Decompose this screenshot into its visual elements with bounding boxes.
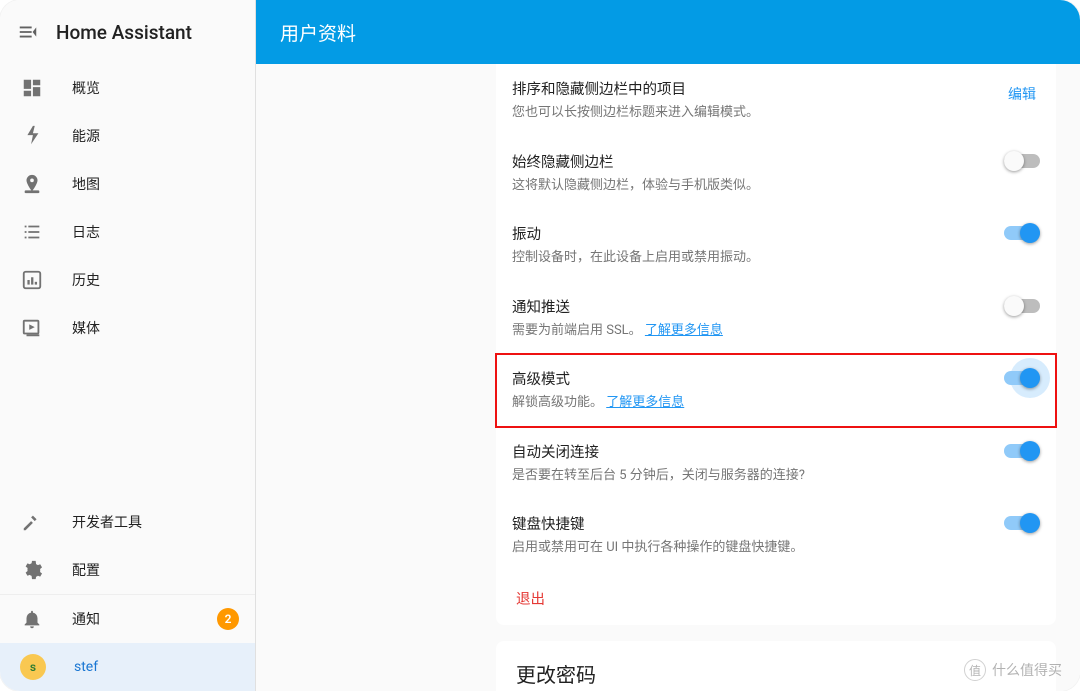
- learn-more-link[interactable]: 了解更多信息: [645, 323, 723, 338]
- sidebar-item-media[interactable]: 媒体: [0, 304, 255, 352]
- toggle-vibrate[interactable]: [1004, 223, 1040, 243]
- sidebar-item-label: 日志: [72, 222, 100, 242]
- setting-sub: 这将默认隐藏侧边栏，体验与手机版类似。: [512, 176, 988, 196]
- sidebar: Home Assistant 概览 能源 地图 日志 历史: [0, 0, 256, 691]
- sidebar-item-notifications[interactable]: 通知 2: [0, 595, 255, 643]
- logout-button[interactable]: 退出: [516, 591, 545, 608]
- setting-row-keyboard-shortcuts: 键盘快捷键 启用或禁用可在 UI 中执行各种操作的键盘快捷键。: [496, 499, 1056, 572]
- user-name: stef: [74, 659, 98, 675]
- setting-title: 通知推送: [512, 296, 988, 317]
- sidebar-item-overview[interactable]: 概览: [0, 64, 255, 112]
- watermark-logo-icon: 值: [964, 659, 986, 681]
- settings-card: 排序和隐藏侧边栏中的项目 您也可以长按侧边栏标题来进入编辑模式。 编辑 始终隐藏…: [496, 64, 1056, 625]
- sidebar-item-label: 媒体: [72, 318, 100, 338]
- sidebar-item-logbook[interactable]: 日志: [0, 208, 255, 256]
- setting-row-advanced-mode: 高级模式 解锁高级功能。 了解更多信息: [496, 354, 1056, 427]
- toggle-keyboard-shortcuts[interactable]: [1004, 513, 1040, 533]
- setting-title: 振动: [512, 223, 988, 244]
- notification-badge: 2: [217, 608, 239, 630]
- sidebar-header: Home Assistant: [0, 0, 255, 64]
- main: 用户资料 排序和隐藏侧边栏中的项目 您也可以长按侧边栏标题来进入编辑模式。 编辑…: [256, 0, 1080, 691]
- sidebar-item-label: 地图: [72, 174, 100, 194]
- map-marker-icon: [20, 172, 44, 196]
- gear-icon: [20, 558, 44, 582]
- bell-icon: [20, 607, 44, 631]
- sidebar-item-label: 通知: [72, 609, 100, 629]
- chart-bar-icon: [20, 268, 44, 292]
- setting-row-always-hide-sidebar: 始终隐藏侧边栏 这将默认隐藏侧边栏，体验与手机版类似。: [496, 137, 1056, 210]
- setting-title: 排序和隐藏侧边栏中的项目: [512, 78, 988, 99]
- sidebar-item-label: 历史: [72, 270, 100, 290]
- setting-sub: 解锁高级功能。 了解更多信息: [512, 393, 988, 413]
- toggle-auto-close[interactable]: [1004, 441, 1040, 461]
- setting-sub: 需要为前端启用 SSL。 了解更多信息: [512, 321, 988, 341]
- setting-sub: 启用或禁用可在 UI 中执行各种操作的键盘快捷键。: [512, 538, 988, 558]
- sidebar-tools: 开发者工具 配置: [0, 498, 255, 594]
- sidebar-item-label: 开发者工具: [72, 512, 142, 532]
- setting-row-vibrate: 振动 控制设备时，在此设备上启用或禁用振动。: [496, 209, 1056, 282]
- setting-row-sort-hide-sidebar: 排序和隐藏侧边栏中的项目 您也可以长按侧边栏标题来进入编辑模式。 编辑: [496, 64, 1056, 137]
- sidebar-item-config[interactable]: 配置: [0, 546, 255, 594]
- toggle-always-hide-sidebar[interactable]: [1004, 151, 1040, 171]
- app-title: Home Assistant: [56, 21, 192, 44]
- watermark: 值 什么值得买: [964, 659, 1062, 681]
- toggle-push-notifications[interactable]: [1004, 296, 1040, 316]
- setting-sub: 是否要在转至后台 5 分钟后，关闭与服务器的连接?: [512, 466, 988, 486]
- sidebar-item-label: 概览: [72, 78, 100, 98]
- setting-title: 键盘快捷键: [512, 513, 988, 534]
- learn-more-link[interactable]: 了解更多信息: [606, 395, 684, 410]
- sidebar-bottom: 通知 2 s stef: [0, 594, 255, 691]
- watermark-text: 什么值得买: [992, 660, 1062, 680]
- sidebar-item-devtools[interactable]: 开发者工具: [0, 498, 255, 546]
- sidebar-item-user[interactable]: s stef: [0, 643, 255, 691]
- sidebar-item-history[interactable]: 历史: [0, 256, 255, 304]
- sidebar-item-label: 配置: [72, 560, 100, 580]
- sidebar-item-label: 能源: [72, 126, 100, 146]
- edit-button[interactable]: 编辑: [1004, 78, 1040, 110]
- page-title: 用户资料: [280, 19, 356, 46]
- topbar: 用户资料: [256, 0, 1080, 64]
- setting-row-push-notifications: 通知推送 需要为前端启用 SSL。 了解更多信息: [496, 282, 1056, 355]
- dashboard-icon: [20, 76, 44, 100]
- logout-row: 退出: [496, 572, 1056, 625]
- toggle-advanced-mode[interactable]: [1004, 368, 1040, 388]
- menu-collapse-icon[interactable]: [8, 12, 48, 52]
- setting-title: 自动关闭连接: [512, 441, 988, 462]
- list-icon: [20, 220, 44, 244]
- setting-row-auto-close: 自动关闭连接 是否要在转至后台 5 分钟后，关闭与服务器的连接?: [496, 427, 1056, 500]
- sidebar-nav: 概览 能源 地图 日志 历史 媒体: [0, 64, 255, 352]
- hammer-icon: [20, 510, 44, 534]
- setting-title: 高级模式: [512, 368, 988, 389]
- sidebar-item-energy[interactable]: 能源: [0, 112, 255, 160]
- sidebar-item-map[interactable]: 地图: [0, 160, 255, 208]
- setting-title: 始终隐藏侧边栏: [512, 151, 988, 172]
- avatar: s: [20, 654, 46, 680]
- play-box-icon: [20, 316, 44, 340]
- setting-sub: 您也可以长按侧边栏标题来进入编辑模式。: [512, 103, 988, 123]
- content: 排序和隐藏侧边栏中的项目 您也可以长按侧边栏标题来进入编辑模式。 编辑 始终隐藏…: [256, 64, 1080, 691]
- flash-icon: [20, 124, 44, 148]
- setting-sub: 控制设备时，在此设备上启用或禁用振动。: [512, 248, 988, 268]
